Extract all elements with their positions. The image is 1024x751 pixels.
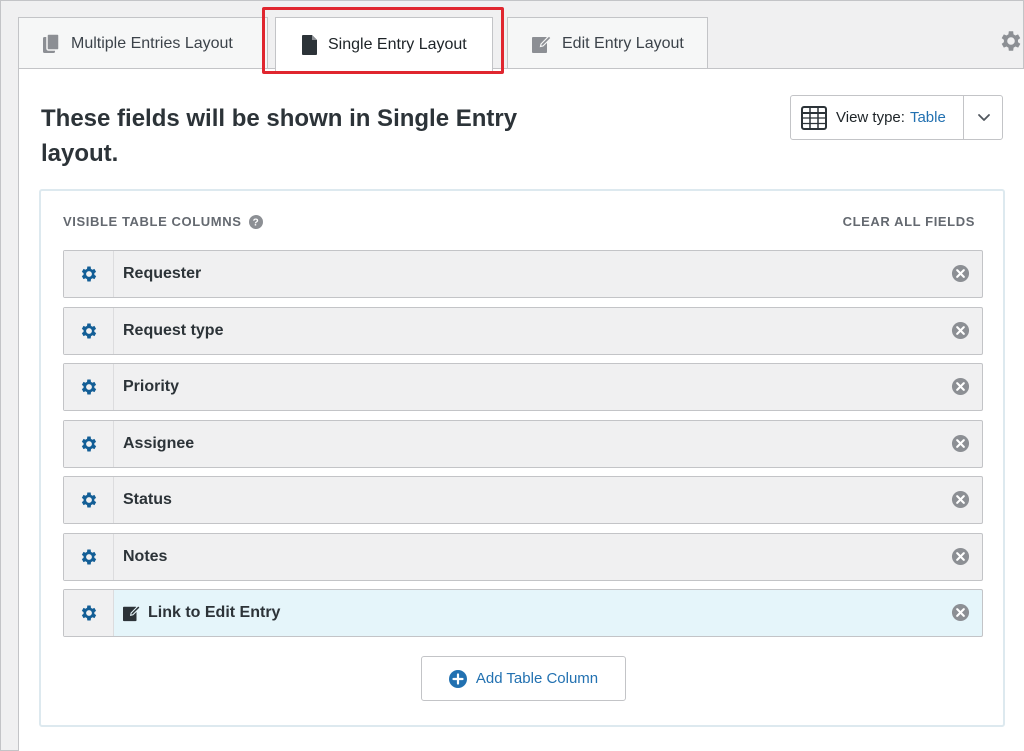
field-settings-gear-icon[interactable] bbox=[64, 364, 114, 410]
remove-field-icon[interactable] bbox=[951, 547, 970, 566]
field-label: Status bbox=[123, 491, 172, 508]
field-label: Request type bbox=[123, 321, 224, 339]
plus-circle-icon bbox=[448, 669, 467, 688]
field-list: Requester Request type Priority Assignee… bbox=[63, 250, 983, 646]
divider bbox=[963, 96, 964, 139]
field-row[interactable]: Status bbox=[63, 476, 983, 524]
field-label: Link to Edit Entry bbox=[148, 604, 281, 621]
clear-all-fields-button[interactable]: CLEAR ALL FIELDS bbox=[843, 214, 975, 229]
remove-field-icon[interactable] bbox=[951, 264, 970, 283]
tab-label: Single Entry Layout bbox=[328, 35, 467, 53]
field-settings-gear-icon[interactable] bbox=[64, 307, 114, 354]
add-button-label: Add Table Column bbox=[475, 670, 599, 687]
field-row[interactable]: Notes bbox=[63, 532, 983, 581]
tab-single-entry-layout[interactable]: Single Entry Layout bbox=[275, 17, 493, 71]
visible-columns-box: VISIBLE TABLE COLUMNS ? CLEAR ALL FIELDS… bbox=[39, 189, 1005, 727]
field-row[interactable]: Requester bbox=[63, 250, 983, 298]
remove-field-icon[interactable] bbox=[951, 603, 970, 622]
remove-field-icon[interactable] bbox=[951, 377, 970, 396]
remove-field-icon[interactable] bbox=[951, 434, 970, 453]
view-type-label: View type: bbox=[836, 109, 905, 126]
tab-label: Edit Entry Layout bbox=[562, 34, 684, 52]
tab-label: Multiple Entries Layout bbox=[71, 34, 233, 52]
remove-field-icon[interactable] bbox=[951, 490, 970, 509]
svg-text:?: ? bbox=[253, 217, 260, 228]
field-label: Requester bbox=[123, 265, 202, 282]
add-table-column-button[interactable]: Add Table Column bbox=[421, 656, 626, 701]
remove-field-icon[interactable] bbox=[951, 321, 970, 340]
help-icon[interactable]: ? bbox=[249, 214, 264, 229]
section-title-text: VISIBLE TABLE COLUMNS bbox=[63, 214, 242, 229]
field-row[interactable]: Request type bbox=[63, 306, 983, 355]
edit-icon bbox=[532, 34, 552, 54]
chevron-down-icon[interactable] bbox=[976, 109, 992, 130]
field-label: Notes bbox=[123, 547, 168, 565]
field-settings-gear-icon[interactable] bbox=[64, 477, 114, 523]
page-heading: These fields will be shown in Single Ent… bbox=[41, 105, 518, 167]
settings-gear-icon[interactable] bbox=[998, 28, 1024, 59]
field-label-with-icon: Link to Edit Entry bbox=[123, 604, 280, 622]
view-type-value: Table bbox=[909, 109, 946, 126]
table-icon bbox=[801, 105, 827, 131]
field-label: Assignee bbox=[123, 434, 195, 452]
tab-multiple-entries-layout[interactable]: Multiple Entries Layout bbox=[18, 17, 268, 69]
view-type-select[interactable]: View type: Table bbox=[790, 95, 1003, 140]
field-row[interactable]: Priority bbox=[63, 363, 983, 411]
edit-icon bbox=[123, 604, 141, 622]
section-title: VISIBLE TABLE COLUMNS ? bbox=[63, 214, 264, 229]
field-row-link-to-edit-entry[interactable]: Link to Edit Entry bbox=[63, 589, 983, 637]
field-row[interactable]: Assignee bbox=[63, 419, 983, 468]
field-settings-gear-icon[interactable] bbox=[64, 590, 114, 636]
field-settings-gear-icon[interactable] bbox=[64, 420, 114, 467]
layout-panel: These fields will be shown in Single Ent… bbox=[18, 68, 1024, 751]
tab-edit-entry-layout[interactable]: Edit Entry Layout bbox=[507, 17, 708, 69]
document-icon bbox=[302, 34, 318, 55]
copy-icon bbox=[43, 33, 61, 54]
field-label: Priority bbox=[123, 378, 180, 395]
field-settings-gear-icon[interactable] bbox=[64, 251, 114, 297]
field-settings-gear-icon[interactable] bbox=[64, 533, 114, 580]
